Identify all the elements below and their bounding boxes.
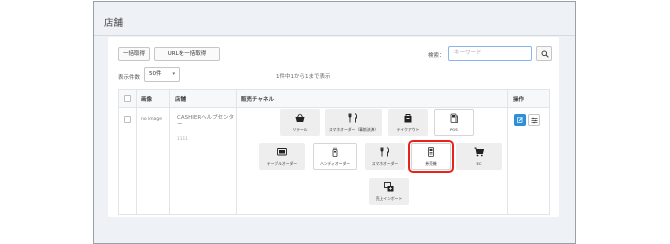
pos-terminal-icon (450, 113, 458, 123)
column-divider (169, 90, 170, 214)
table-header: 画像 店舗 販売チャネル 操作 (119, 90, 549, 108)
url-bulk-get-button[interactable]: URLを一括取得 (154, 47, 220, 61)
no-image-text: no image (141, 117, 163, 122)
search-label: 検索： (428, 53, 445, 59)
channel-label: テイクアウト (396, 127, 420, 132)
search-input[interactable]: キーワード (448, 46, 532, 61)
sales-import-icon (384, 182, 394, 192)
channel-label: 券売機 (425, 161, 437, 166)
channel-retail[interactable]: リテール (280, 109, 320, 136)
takeout-bag-icon (404, 114, 412, 123)
channel-label: POS (450, 127, 458, 132)
header-store: 店舗 (175, 97, 187, 103)
channel-label: 売上インポート (375, 196, 403, 201)
search-icon (541, 50, 549, 58)
cart-icon (474, 147, 484, 157)
channel-label: テーブルオーダー (266, 161, 298, 166)
pagination-info: 1件中1から1まで表示 (276, 74, 331, 80)
channel-handy-order[interactable]: ハンディオーダー (313, 143, 357, 170)
select-all-checkbox[interactable] (124, 95, 131, 102)
app-frame: 店舗 一括取得 URLを一括取得 検索： キーワード 表示件数 50件 ▾ 1件… (93, 1, 576, 244)
row-checkbox[interactable] (124, 116, 131, 123)
title-divider (94, 35, 575, 36)
utensils-icon (348, 113, 358, 123)
header-image: 画像 (141, 97, 153, 103)
edit-button[interactable] (514, 114, 526, 126)
store-list-card: 一括取得 URLを一括取得 検索： キーワード 表示件数 50件 ▾ 1件中1か… (108, 37, 559, 217)
channel-label: リテール (292, 127, 308, 132)
channel-table-order[interactable]: テーブルオーダー (259, 143, 305, 170)
channel-ticket-machine[interactable]: 券売機 (408, 140, 454, 173)
count-select[interactable]: 50件 ▾ (144, 67, 180, 82)
chevron-down-icon: ▾ (172, 71, 175, 77)
edit-icon (517, 117, 523, 123)
channel-takeout[interactable]: テイクアウト (388, 109, 428, 136)
column-divider (507, 90, 508, 214)
channel-sales-import[interactable]: 売上インポート (369, 178, 409, 205)
channel-smartphone-order[interactable]: スマホオーダー (365, 143, 405, 170)
ticket-machine-icon (428, 147, 434, 157)
bulk-get-button[interactable]: 一括取得 (118, 47, 150, 61)
channel-ec[interactable]: EC (456, 143, 502, 170)
channel-label: ハンディオーダー (319, 161, 351, 166)
basket-icon (295, 113, 305, 122)
header-actions: 操作 (513, 97, 525, 103)
count-select-value: 50件 (149, 71, 162, 77)
header-channels: 販売チャネル (241, 97, 274, 103)
count-label: 表示件数 (118, 75, 141, 81)
column-divider (136, 90, 137, 214)
sliders-icon (531, 117, 538, 124)
store-code: 1111 (177, 137, 188, 142)
search-button[interactable] (536, 46, 552, 61)
settings-button[interactable] (528, 114, 540, 126)
page-title: 店舗 (104, 18, 124, 29)
store-name[interactable]: CASHIERヘルプセンター (177, 115, 235, 129)
channel-smartphone-order-prepaid[interactable]: スマホオーダー（事前決済） (325, 109, 382, 136)
tablet-icon (277, 148, 287, 156)
channel-label: EC (476, 161, 482, 166)
store-table: 画像 店舗 販売チャネル 操作 no image CASHIERヘルプセンター … (118, 89, 550, 215)
utensils-icon (380, 147, 390, 157)
channel-label: スマホオーダー (371, 161, 399, 166)
handy-device-icon (332, 147, 338, 157)
channel-label: スマホオーダー（事前決済） (328, 127, 379, 132)
channel-pos[interactable]: POS (434, 109, 474, 136)
column-divider (236, 90, 237, 214)
